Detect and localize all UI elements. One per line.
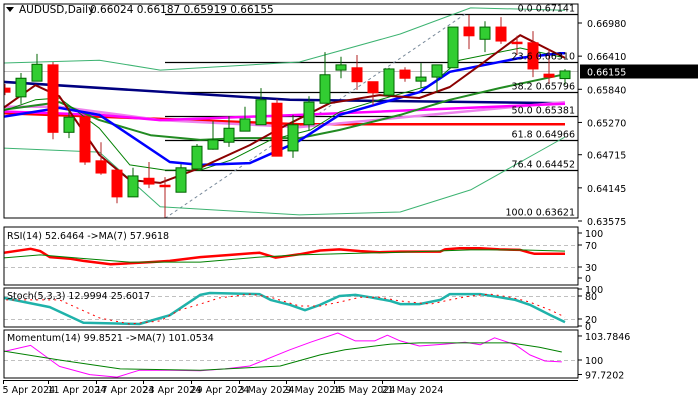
price-tick-label: 0.65270 xyxy=(587,118,626,129)
candle-body xyxy=(383,68,395,96)
fib-level-label: 100.0 0.63621 xyxy=(505,208,575,219)
candle-body xyxy=(399,69,411,79)
bullish-candle xyxy=(447,26,459,69)
candle-body xyxy=(431,64,443,78)
momentum-label: Momentum(14) 99.8521 ->MA(7) 101.0534 xyxy=(7,333,214,344)
candle-body xyxy=(95,160,107,174)
candle-body xyxy=(543,73,555,78)
price-tick-label: 0.63575 xyxy=(587,217,626,228)
candle-body xyxy=(495,26,507,42)
price-tick-label: 0.64145 xyxy=(587,184,626,195)
candle-body xyxy=(287,124,299,152)
indicator-tick-label: 97.7202 xyxy=(585,370,624,381)
candle-body xyxy=(191,145,203,170)
fib-level-label: 61.8 0.64966 xyxy=(512,130,575,141)
candle-body xyxy=(239,118,251,132)
fib-level-label: 0.0 0.67141 xyxy=(518,4,575,15)
price-tick-label: 0.64715 xyxy=(587,151,626,162)
current-price-label: 0.66155 xyxy=(587,68,626,79)
bearish-candle xyxy=(271,99,283,157)
bearish-candle xyxy=(47,61,59,140)
candle-body xyxy=(127,175,139,198)
price-tick-label: 0.66980 xyxy=(587,19,626,30)
candle-body xyxy=(143,177,155,185)
indicator-tick-label: 100 xyxy=(585,356,603,367)
candle-body xyxy=(47,64,59,133)
candle-body xyxy=(175,167,187,193)
indicator-tick-label: 103.7846 xyxy=(585,332,630,343)
candle-body xyxy=(31,63,43,82)
candle-body xyxy=(255,99,267,126)
indicator-tick-label: 30 xyxy=(585,263,597,274)
candle-body xyxy=(351,67,363,83)
candle-body xyxy=(111,169,123,198)
ohlc-readout: 0.66024 0.66187 0.65919 0.66155 xyxy=(90,4,274,16)
date-tick-label: 21 May 2024 xyxy=(382,385,444,396)
candle-body xyxy=(447,26,459,69)
fib-level-label: 76.4 0.64452 xyxy=(512,160,575,171)
candle-body xyxy=(79,116,91,163)
candle-body xyxy=(559,70,571,80)
bullish-candle xyxy=(383,67,395,97)
indicator-tick-label: 100 xyxy=(585,229,603,240)
bearish-candle xyxy=(79,116,91,165)
candle-body xyxy=(335,64,347,71)
candle-body xyxy=(207,139,219,150)
candle-body xyxy=(63,116,75,133)
candle-body xyxy=(415,76,427,82)
candle-body xyxy=(463,26,475,37)
bullish-candle xyxy=(191,143,203,170)
indicator-tick-label: 80 xyxy=(585,292,597,303)
candle-body xyxy=(271,102,283,157)
candle-body xyxy=(159,184,171,188)
candle-body xyxy=(319,74,331,104)
candle-body xyxy=(511,41,523,45)
candle-body xyxy=(367,81,379,94)
rsi-label: RSI(14) 52.6464 ->MA(7) 57.9618 xyxy=(7,231,169,242)
candle-body xyxy=(479,26,491,40)
fib-level-label: 50.0 0.65381 xyxy=(512,106,575,117)
bullish-candle xyxy=(175,164,187,193)
symbol-title: AUDUSD,Daily xyxy=(19,4,94,16)
price-tick-label: 0.66410 xyxy=(587,52,626,63)
indicator-tick-label: 0 xyxy=(585,274,591,285)
candle-body xyxy=(15,77,27,98)
price-tick-label: 0.65840 xyxy=(587,85,626,96)
candle-body xyxy=(303,101,315,126)
stoch-label: Stoch(5,3,3) 12.9994 25.6017 xyxy=(7,291,150,302)
indicator-tick-label: 70 xyxy=(585,241,597,252)
fib-level-label: 38.2 0.65796 xyxy=(512,82,575,93)
candle-body xyxy=(223,127,235,143)
fib-level-label: 23.6 0.66310 xyxy=(512,52,575,63)
trading-chart[interactable]: 0.0 0.67141 23.6 0.66310 38.2 0.65796 50.0 … xyxy=(0,0,700,400)
